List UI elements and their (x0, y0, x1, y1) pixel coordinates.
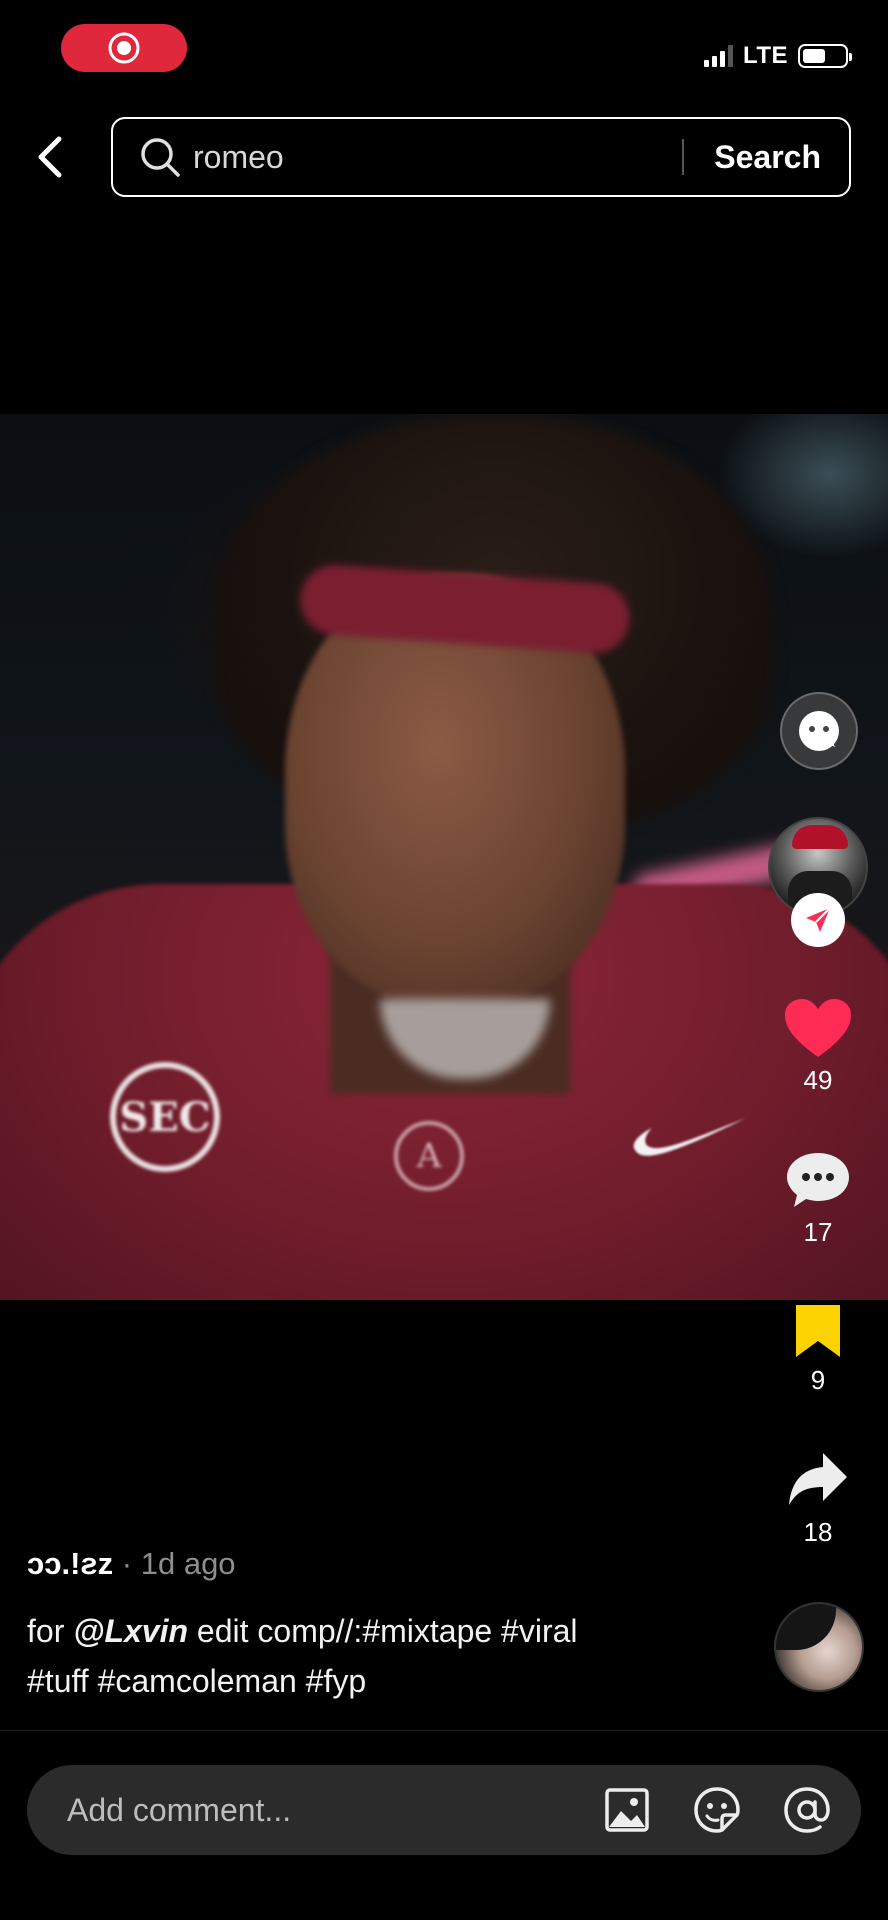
send-icon (806, 907, 831, 932)
author-name[interactable]: ɔɔ.!ƨz (27, 1546, 113, 1581)
follow-button[interactable] (791, 893, 845, 947)
emoji-button[interactable] (681, 1774, 753, 1846)
smiley-face-icon (799, 711, 839, 751)
search-button[interactable]: Search (684, 139, 849, 176)
like-count: 49 (803, 1065, 833, 1095)
post-age: · 1d ago (121, 1546, 236, 1581)
share-arrow-icon (789, 1453, 847, 1505)
post-caption: for @Lxvin edit comp//:#mixtape #viral #… (27, 1606, 727, 1706)
search-icon (141, 138, 180, 177)
sec-patch: SEC (110, 1062, 220, 1172)
sound-disc[interactable] (774, 1602, 864, 1692)
chevron-left-icon (38, 136, 62, 178)
comment-bubble-icon (787, 1153, 849, 1207)
mention-button[interactable] (771, 1774, 843, 1846)
caption-hashtags[interactable]: #tuff #camcoleman #fyp (27, 1663, 366, 1699)
comment-input-bar[interactable]: Add comment... (27, 1765, 861, 1855)
save-action[interactable]: 9 (768, 1301, 868, 1396)
record-icon (108, 32, 140, 64)
ai-assistant-button[interactable] (780, 692, 858, 770)
comment-input[interactable]: Add comment... (67, 1792, 573, 1829)
screen-recording-indicator[interactable] (61, 24, 187, 72)
caption-text: edit comp//:#mixtape #viral (188, 1613, 578, 1649)
cellular-signal-icon (703, 45, 733, 67)
save-count: 9 (810, 1365, 826, 1395)
search-bar[interactable]: romeo Search (111, 117, 851, 197)
comment-action[interactable]: 17 (768, 1149, 868, 1248)
image-button[interactable] (591, 1774, 663, 1846)
status-indicators: LTE (703, 42, 852, 70)
at-sign-icon (784, 1787, 830, 1833)
team-logo: A (394, 1121, 464, 1191)
bookmark-icon (796, 1305, 840, 1357)
back-button[interactable] (30, 130, 70, 184)
swoosh-logo (633, 1118, 746, 1156)
heart-icon (785, 999, 851, 1057)
post-author-line: ɔɔ.!ƨz · 1d ago (27, 1546, 236, 1582)
network-type: LTE (742, 42, 788, 69)
like-action[interactable]: 49 (768, 997, 868, 1096)
share-action[interactable]: 18 (768, 1449, 868, 1548)
battery-icon (798, 44, 852, 68)
divider (0, 1730, 888, 1731)
comment-count: 17 (803, 1217, 833, 1247)
image-icon (605, 1788, 649, 1832)
caption-prefix: for (27, 1613, 74, 1649)
emoji-icon (694, 1787, 740, 1833)
share-count: 18 (803, 1517, 833, 1547)
search-input[interactable]: romeo (193, 139, 682, 176)
mention-link[interactable]: @Lxvin (73, 1613, 188, 1649)
video-player[interactable]: SEC A (0, 414, 888, 1300)
